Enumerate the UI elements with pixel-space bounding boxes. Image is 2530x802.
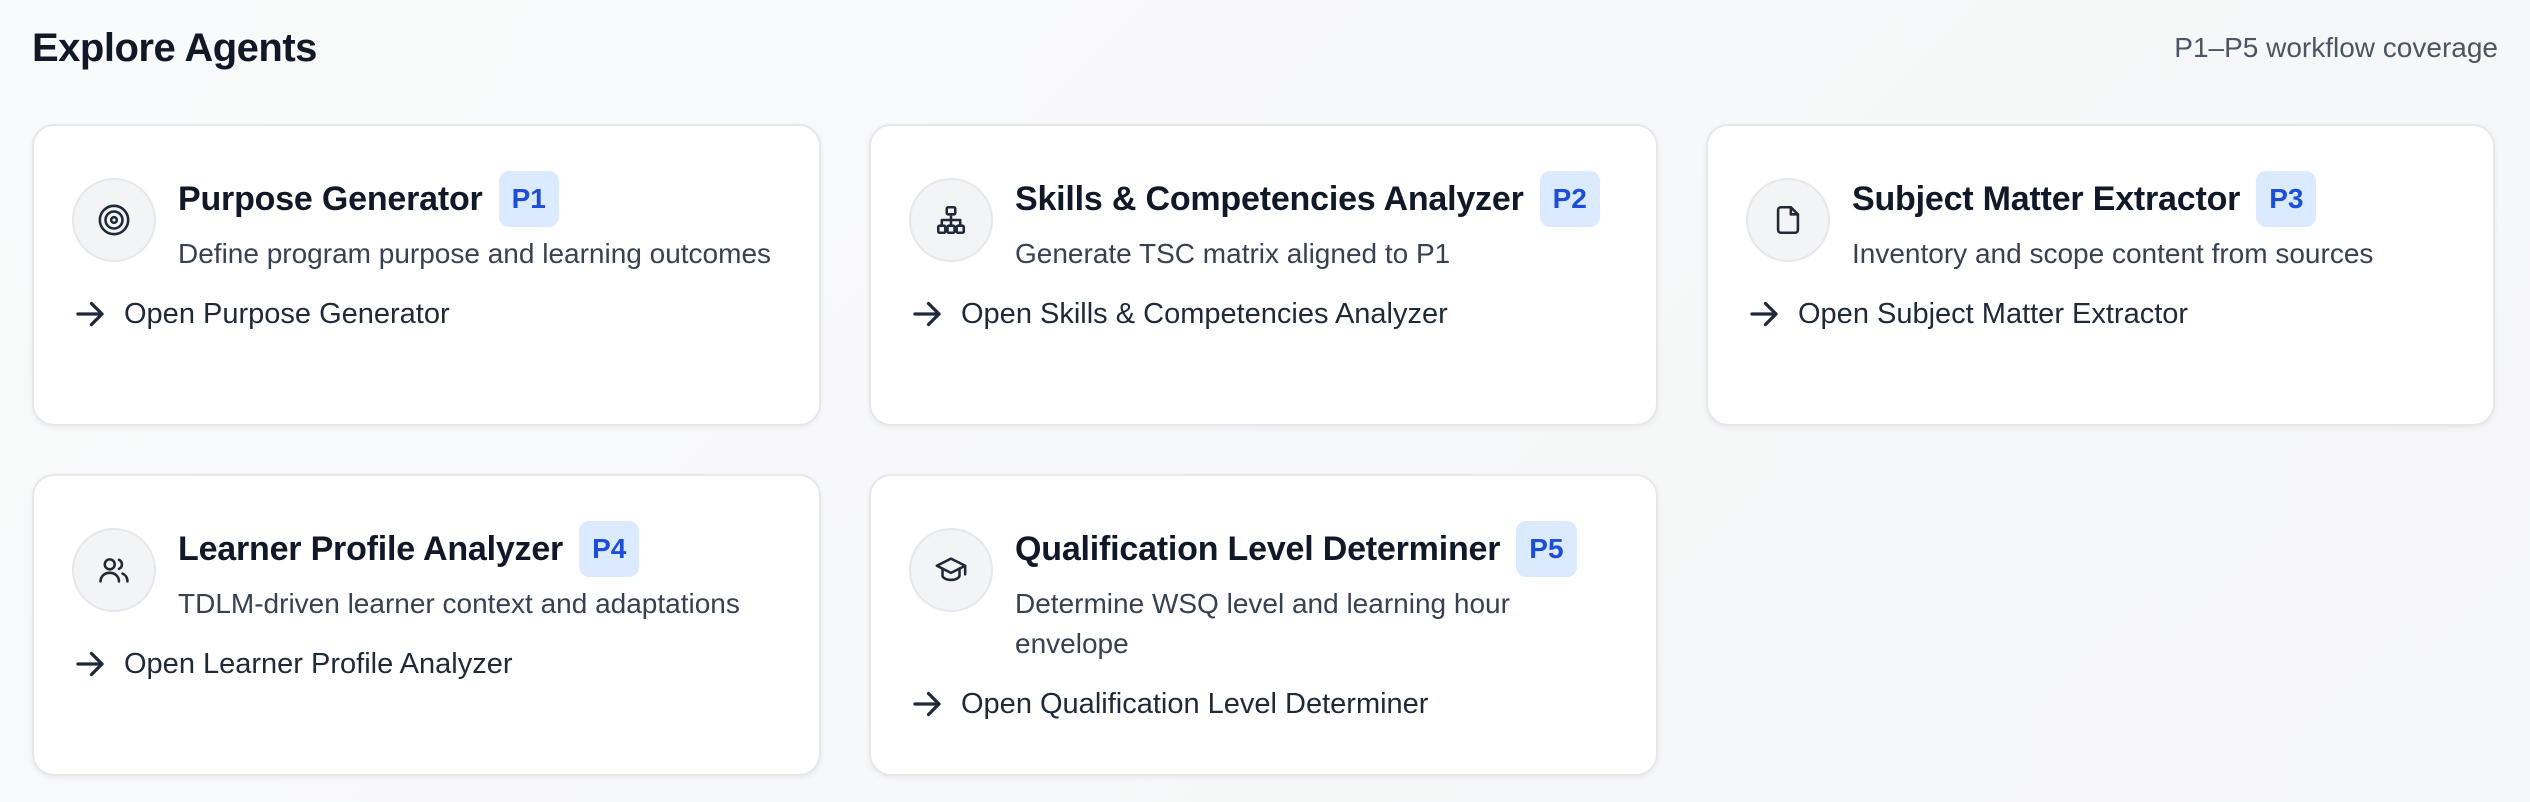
card-title-row: Learner Profile Analyzer P4 [178, 520, 781, 578]
agent-description: Generate TSC matrix aligned to P1 [1015, 238, 1451, 269]
hierarchy-icon [909, 178, 993, 262]
arrow-right-icon [76, 301, 104, 327]
arrow-right-icon [1750, 301, 1778, 327]
card-title-row: Qualification Level Determiner P5 [1015, 520, 1618, 578]
open-link-label: Open Skills & Competencies Analyzer [961, 297, 1448, 330]
open-qualification-level-determiner-link[interactable]: Open Qualification Level Determiner [909, 686, 1618, 722]
card-text: Purpose Generator P1 Define program purp… [178, 164, 781, 274]
agent-description: Inventory and scope content from sources [1852, 238, 2374, 269]
users-icon [72, 528, 156, 612]
agent-name: Learner Profile Analyzer [178, 529, 564, 568]
open-link-label: Open Purpose Generator [124, 297, 450, 330]
card-title-row: Subject Matter Extractor P3 [1852, 170, 2455, 228]
agent-card-subject-matter-extractor[interactable]: Subject Matter Extractor P3 Inventory an… [1706, 124, 2495, 426]
document-icon [1746, 178, 1830, 262]
agent-description: Define program purpose and learning outc… [178, 238, 772, 269]
target-icon [72, 178, 156, 262]
card-title-row: Skills & Competencies Analyzer P2 [1015, 170, 1618, 228]
arrow-right-icon [913, 301, 941, 327]
phase-badge: P3 [2256, 171, 2317, 227]
card-header: Subject Matter Extractor P3 Inventory an… [1746, 164, 2455, 274]
agent-name: Skills & Competencies Analyzer [1015, 179, 1524, 218]
agent-card-skills-competencies-analyzer[interactable]: Skills & Competencies Analyzer P2 Genera… [869, 124, 1658, 426]
agent-name: Subject Matter Extractor [1852, 179, 2241, 218]
phase-badge: P4 [579, 521, 640, 577]
card-header: Skills & Competencies Analyzer P2 Genera… [909, 164, 1618, 274]
open-learner-profile-analyzer-link[interactable]: Open Learner Profile Analyzer [72, 646, 781, 682]
agent-card-qualification-level-determiner[interactable]: Qualification Level Determiner P5 Determ… [869, 474, 1658, 776]
page-title: Explore Agents [32, 25, 317, 70]
agent-description: Determine WSQ level and learning hour en… [1015, 588, 1510, 659]
agent-card-purpose-generator[interactable]: Purpose Generator P1 Define program purp… [32, 124, 821, 426]
agent-name: Purpose Generator [178, 179, 483, 218]
graduation-cap-icon [909, 528, 993, 612]
agent-card-learner-profile-analyzer[interactable]: Learner Profile Analyzer P4 TDLM-driven … [32, 474, 821, 776]
card-header: Learner Profile Analyzer P4 TDLM-driven … [72, 514, 781, 624]
arrow-right-icon [76, 651, 104, 677]
open-link-label: Open Learner Profile Analyzer [124, 647, 513, 680]
phase-badge: P5 [1516, 521, 1577, 577]
card-header: Qualification Level Determiner P5 Determ… [909, 514, 1618, 664]
open-link-label: Open Subject Matter Extractor [1798, 297, 2189, 330]
card-text: Qualification Level Determiner P5 Determ… [1015, 514, 1618, 664]
arrow-right-icon [913, 691, 941, 717]
agent-name: Qualification Level Determiner [1015, 529, 1501, 568]
card-header: Purpose Generator P1 Define program purp… [72, 164, 781, 274]
coverage-label: P1–P5 workflow coverage [2174, 32, 2498, 63]
open-skills-competencies-analyzer-link[interactable]: Open Skills & Competencies Analyzer [909, 296, 1618, 332]
card-text: Skills & Competencies Analyzer P2 Genera… [1015, 164, 1618, 274]
agent-description: TDLM-driven learner context and adaptati… [178, 588, 740, 619]
card-text: Subject Matter Extractor P3 Inventory an… [1852, 164, 2455, 274]
phase-badge: P2 [1539, 171, 1600, 227]
open-purpose-generator-link[interactable]: Open Purpose Generator [72, 296, 781, 332]
page-header: Explore Agents P1–P5 workflow coverage [32, 22, 2498, 74]
card-text: Learner Profile Analyzer P4 TDLM-driven … [178, 514, 781, 624]
open-link-label: Open Qualification Level Determiner [961, 687, 1429, 720]
card-title-row: Purpose Generator P1 [178, 170, 781, 228]
open-subject-matter-extractor-link[interactable]: Open Subject Matter Extractor [1746, 296, 2455, 332]
agents-grid: Purpose Generator P1 Define program purp… [32, 124, 2495, 776]
phase-badge: P1 [498, 171, 559, 227]
